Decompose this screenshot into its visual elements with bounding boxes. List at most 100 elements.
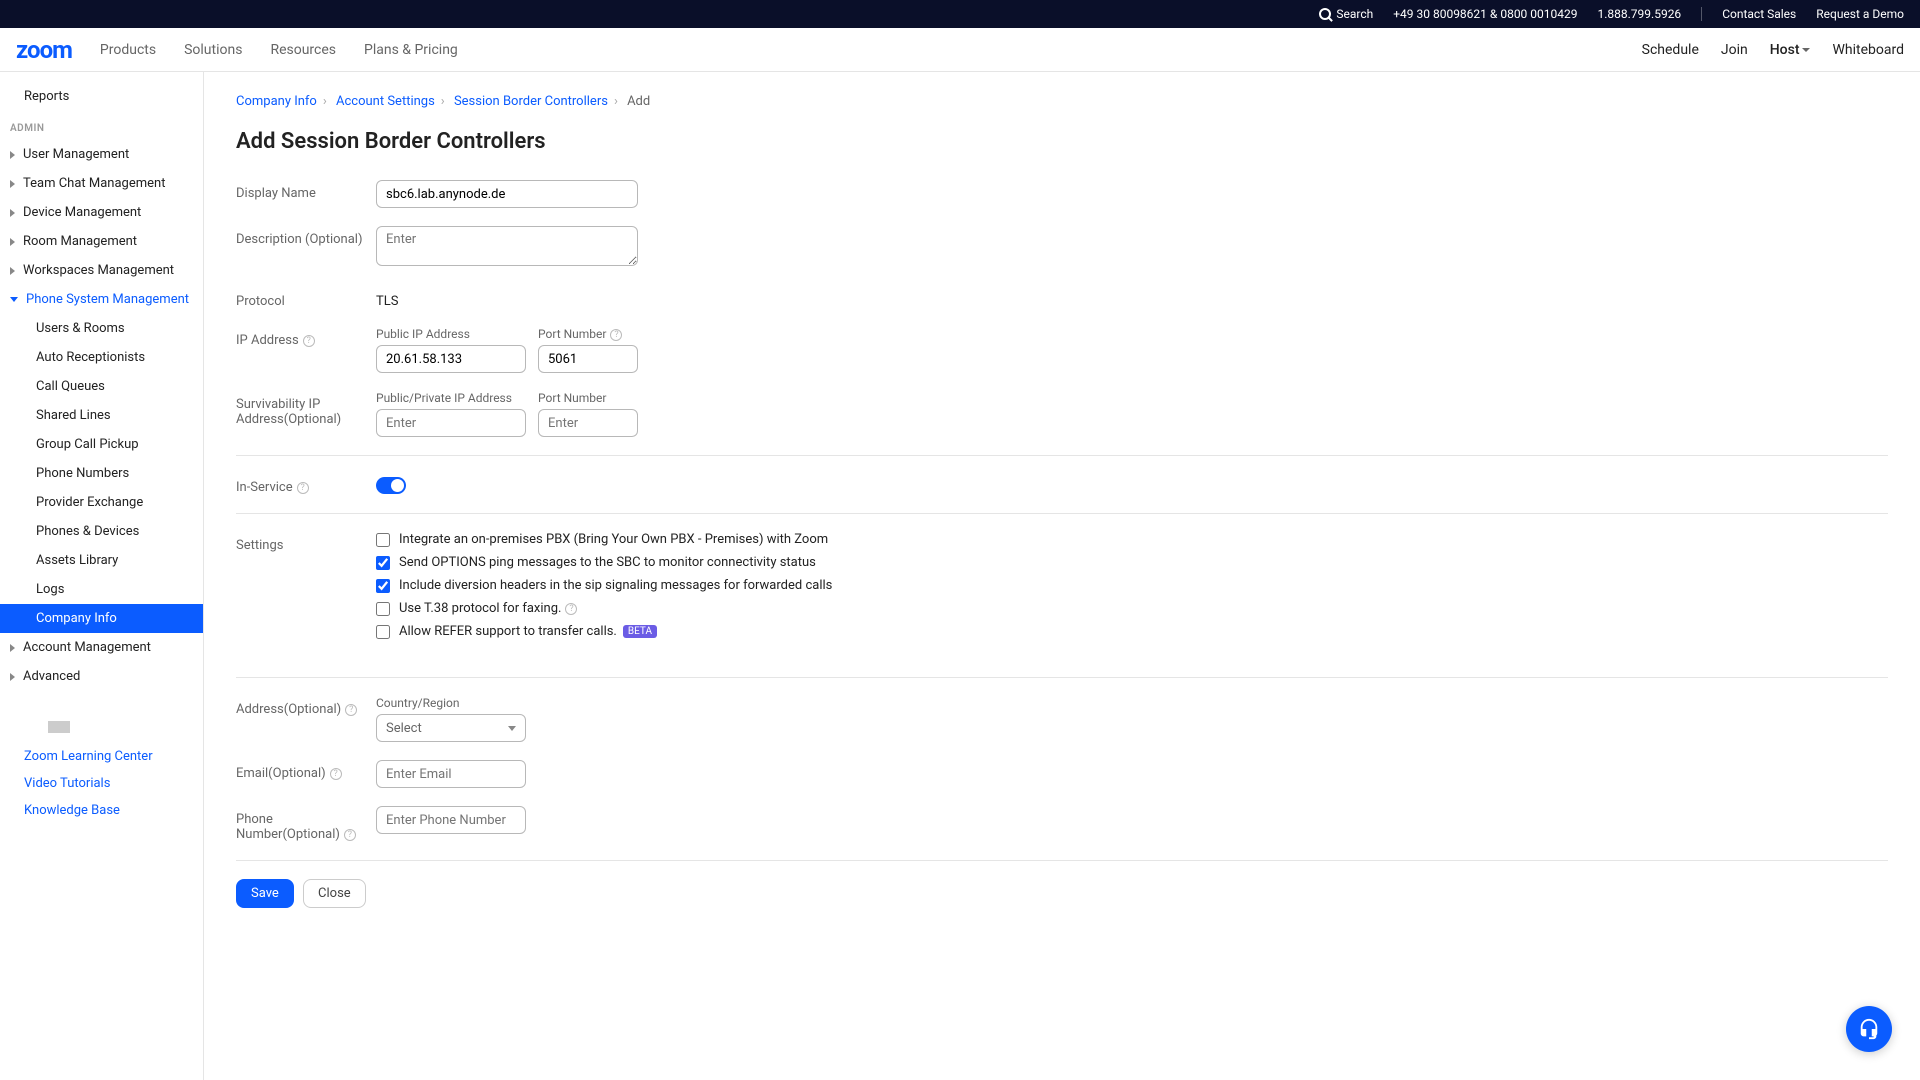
chevron-right-icon: [10, 673, 15, 681]
in-service-toggle[interactable]: [376, 477, 406, 494]
breadcrumb-sbc[interactable]: Session Border Controllers: [454, 94, 608, 109]
sidebar-users-rooms[interactable]: Users & Rooms: [0, 314, 203, 343]
sidebar-auto-receptionists[interactable]: Auto Receptionists: [0, 343, 203, 372]
sidebar-group-call-pickup[interactable]: Group Call Pickup: [0, 430, 203, 459]
contact-sales-link[interactable]: Contact Sales: [1722, 7, 1796, 21]
divider: [48, 721, 70, 733]
breadcrumb-add: Add: [627, 94, 650, 109]
display-name-input[interactable]: [376, 180, 638, 208]
help-icon[interactable]: ?: [303, 335, 315, 347]
sidebar-user-mgmt[interactable]: User Management: [0, 140, 203, 169]
nav-join[interactable]: Join: [1721, 42, 1748, 58]
nav-host[interactable]: Host: [1770, 42, 1811, 58]
help-icon[interactable]: ?: [330, 768, 342, 780]
nav-products[interactable]: Products: [100, 42, 156, 58]
link-knowledge-base[interactable]: Knowledge Base: [24, 797, 179, 824]
sidebar-room-mgmt[interactable]: Room Management: [0, 227, 203, 256]
checkbox-t38[interactable]: [376, 602, 390, 616]
description-label: Description (Optional): [236, 226, 376, 247]
public-ip-input[interactable]: [376, 345, 526, 373]
country-select[interactable]: Select: [376, 714, 526, 742]
sidebar-reports[interactable]: Reports: [0, 82, 203, 111]
sidebar-provider-exchange[interactable]: Provider Exchange: [0, 488, 203, 517]
chevron-right-icon: [10, 238, 15, 246]
divider: [236, 455, 1888, 456]
sidebar-phone-sys-mgmt[interactable]: Phone System Management: [0, 285, 203, 314]
divider: [236, 513, 1888, 514]
sidebar-phones-devices[interactable]: Phones & Devices: [0, 517, 203, 546]
checkbox-diversion-label: Include diversion headers in the sip sig…: [399, 578, 832, 593]
phone-label: Phone Number(Optional)?: [236, 806, 376, 842]
logo[interactable]: zoom: [16, 36, 72, 64]
email-input[interactable]: [376, 760, 526, 788]
help-icon[interactable]: ?: [610, 329, 622, 341]
sidebar-phone-numbers[interactable]: Phone Numbers: [0, 459, 203, 488]
help-icon[interactable]: ?: [345, 704, 357, 716]
phone-input[interactable]: [376, 806, 526, 834]
sidebar-assets-library[interactable]: Assets Library: [0, 546, 203, 575]
in-service-label: In-Service?: [236, 474, 376, 495]
search-link[interactable]: Search: [1319, 7, 1373, 21]
ip-address-label: IP Address?: [236, 327, 376, 348]
sidebar-admin-label: ADMIN: [0, 111, 203, 140]
checkbox-refer[interactable]: [376, 625, 390, 639]
help-icon[interactable]: ?: [344, 829, 356, 841]
link-learning-center[interactable]: Zoom Learning Center: [24, 743, 179, 770]
nav-whiteboard[interactable]: Whiteboard: [1832, 42, 1904, 58]
help-icon[interactable]: ?: [297, 482, 309, 494]
sidebar-team-chat-mgmt[interactable]: Team Chat Management: [0, 169, 203, 198]
divider: [236, 860, 1888, 861]
sidebar-shared-lines[interactable]: Shared Lines: [0, 401, 203, 430]
close-button[interactable]: Close: [303, 879, 366, 908]
sidebar-call-queues[interactable]: Call Queues: [0, 372, 203, 401]
nav-solutions[interactable]: Solutions: [184, 42, 242, 58]
help-fab[interactable]: [1846, 1006, 1892, 1052]
chevron-right-icon: [10, 644, 15, 652]
breadcrumb-company-info[interactable]: Company Info: [236, 94, 317, 109]
help-icon[interactable]: ?: [565, 603, 577, 615]
protocol-value: TLS: [376, 288, 398, 309]
surv-public-ip-label: Public/Private IP Address: [376, 391, 526, 405]
sidebar-advanced[interactable]: Advanced: [0, 662, 203, 691]
surv-public-ip-input[interactable]: [376, 409, 526, 437]
chevron-down-icon: [1802, 48, 1810, 52]
sidebar-workspaces-mgmt[interactable]: Workspaces Management: [0, 256, 203, 285]
checkbox-integrate-pbx[interactable]: [376, 533, 390, 547]
navbar: zoom Products Solutions Resources Plans …: [0, 28, 1920, 72]
main-content: Company Info› Account Settings› Session …: [204, 72, 1920, 1080]
phone-1[interactable]: +49 30 80098621 & 0800 0010429: [1393, 7, 1577, 21]
page-title: Add Session Border Controllers: [236, 129, 1888, 154]
headset-icon: [1858, 1018, 1880, 1040]
country-label: Country/Region: [376, 696, 1888, 710]
sidebar-account-mgmt[interactable]: Account Management: [0, 633, 203, 662]
checkbox-t38-label: Use T.38 protocol for faxing.: [399, 601, 561, 616]
checkbox-refer-label: Allow REFER support to transfer calls.: [399, 624, 617, 639]
surv-port-input[interactable]: [538, 409, 638, 437]
public-ip-label: Public IP Address: [376, 327, 526, 341]
email-label: Email(Optional)?: [236, 760, 376, 781]
checkbox-options-label: Send OPTIONS ping messages to the SBC to…: [399, 555, 816, 570]
sidebar-logs[interactable]: Logs: [0, 575, 203, 604]
port-label: Port Number?: [538, 327, 638, 341]
save-button[interactable]: Save: [236, 879, 294, 908]
nav-plans[interactable]: Plans & Pricing: [364, 42, 458, 58]
nav-resources[interactable]: Resources: [270, 42, 336, 58]
breadcrumb: Company Info› Account Settings› Session …: [236, 94, 1888, 109]
protocol-label: Protocol: [236, 288, 376, 309]
description-textarea[interactable]: [376, 226, 638, 266]
sidebar-device-mgmt[interactable]: Device Management: [0, 198, 203, 227]
sidebar-footer: Zoom Learning Center Video Tutorials Kno…: [0, 691, 203, 844]
chevron-right-icon: [10, 180, 15, 188]
link-video-tutorials[interactable]: Video Tutorials: [24, 770, 179, 797]
breadcrumb-account-settings[interactable]: Account Settings: [336, 94, 435, 109]
checkbox-diversion[interactable]: [376, 579, 390, 593]
settings-label: Settings: [236, 532, 376, 553]
sidebar-company-info[interactable]: Company Info: [0, 604, 203, 633]
phone-2[interactable]: 1.888.799.5926: [1598, 7, 1682, 21]
request-demo-link[interactable]: Request a Demo: [1816, 7, 1904, 21]
topbar: Search +49 30 80098621 & 0800 0010429 1.…: [0, 0, 1920, 28]
nav-schedule[interactable]: Schedule: [1642, 42, 1699, 58]
divider: [236, 677, 1888, 678]
checkbox-options-ping[interactable]: [376, 556, 390, 570]
port-input[interactable]: [538, 345, 638, 373]
